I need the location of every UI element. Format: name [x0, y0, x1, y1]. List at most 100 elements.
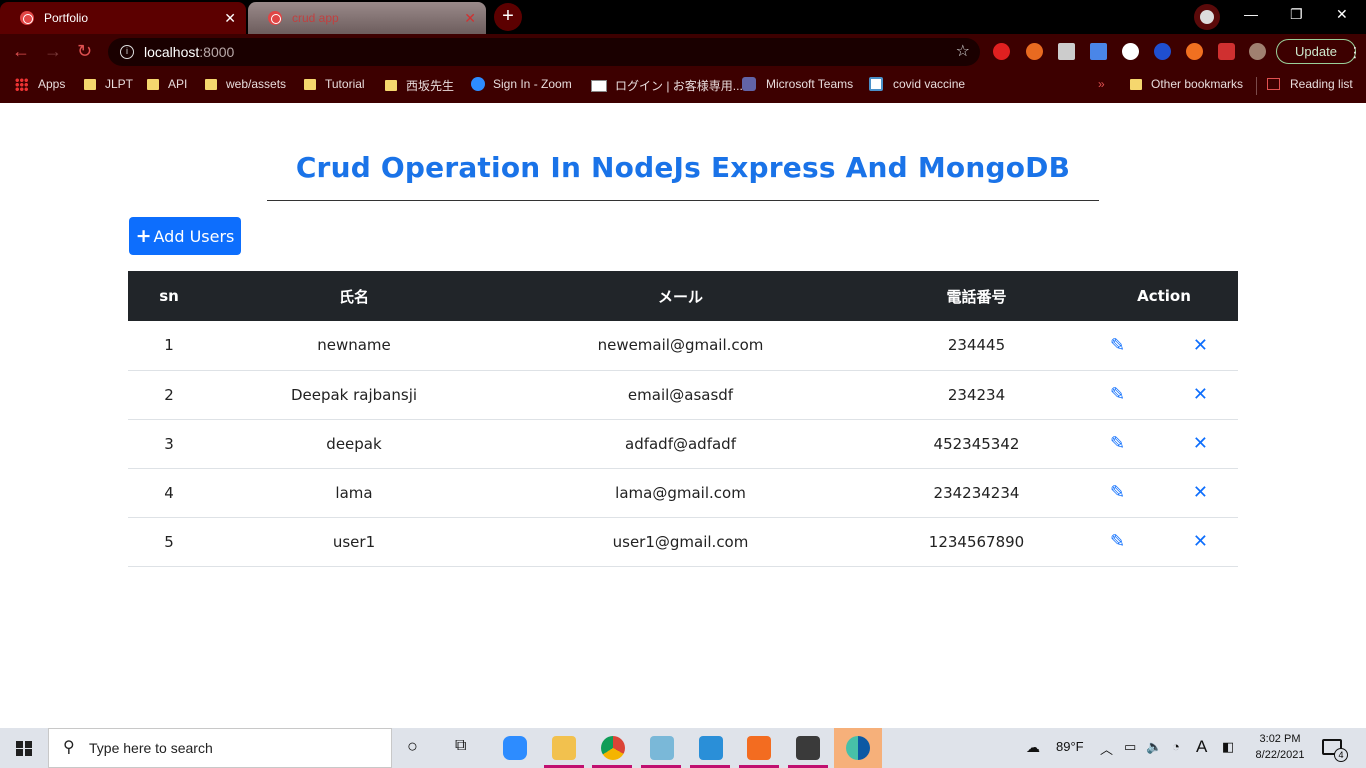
volume-icon[interactable]: 🔈: [1146, 739, 1162, 755]
delete-x-icon[interactable]: ✕: [1193, 433, 1208, 454]
bookmark-tutorial[interactable]: Tutorial: [304, 77, 365, 91]
bookmark-label: covid vaccine: [893, 77, 966, 91]
windows-start-icon[interactable]: [16, 741, 32, 756]
delete-x-icon[interactable]: ✕: [1193, 335, 1208, 356]
bookmark-zoom[interactable]: Sign In - Zoom: [471, 77, 572, 91]
delete-x-icon[interactable]: ✕: [1193, 482, 1208, 503]
edit-pencil-icon[interactable]: ✎: [1110, 335, 1125, 356]
users-table: sn 氏名 メール 電話番号 Action 1 newname newemail…: [128, 271, 1238, 567]
new-tab-button[interactable]: +: [494, 3, 522, 31]
delete-x-icon[interactable]: ✕: [1193, 531, 1208, 552]
extension-icon[interactable]: [1154, 43, 1171, 60]
tab-crud-app[interactable]: crud app ✕: [248, 2, 486, 34]
edit-pencil-icon[interactable]: ✎: [1110, 531, 1125, 552]
display-icon[interactable]: ◧: [1222, 739, 1234, 755]
file-explorer-icon[interactable]: [552, 736, 576, 760]
weather-temp[interactable]: 89°F: [1056, 739, 1084, 754]
extension-icon[interactable]: [1026, 43, 1043, 60]
extension-icon[interactable]: [1122, 43, 1139, 60]
column-header-email: メール: [657, 287, 703, 306]
bookmark-jlpt[interactable]: JLPT: [84, 77, 133, 91]
bookmark-nishizaka[interactable]: 西坂先生: [385, 77, 454, 94]
bookmarks-overflow-button[interactable]: »: [1098, 77, 1105, 91]
column-header-phone: 電話番号: [946, 287, 1007, 306]
notepad-icon[interactable]: [650, 736, 674, 760]
bookmark-label: Reading list: [1290, 77, 1353, 91]
table-row: 2 Deepak rajbansji email@asasdf 234234 ✎…: [128, 370, 1238, 419]
forward-icon[interactable]: →: [44, 41, 62, 62]
close-window-icon[interactable]: ✕: [1336, 6, 1348, 23]
puzzle-icon[interactable]: [1218, 43, 1235, 60]
extension-icon[interactable]: [1186, 43, 1203, 60]
cell-email: newemail@gmail.com: [597, 336, 764, 355]
chevron-up-icon[interactable]: ︿: [1100, 739, 1113, 758]
covid-vaccine-icon: [869, 77, 883, 91]
tab-search-icon[interactable]: [1194, 4, 1220, 30]
bookmark-label: web/assets: [226, 77, 287, 91]
cell-name: user1: [332, 532, 376, 551]
edit-pencil-icon[interactable]: ✎: [1110, 482, 1125, 503]
globe-icon: [268, 11, 282, 25]
edge-icon[interactable]: [846, 736, 870, 760]
cell-action: ✎ ✕: [1090, 468, 1238, 517]
search-icon: ⚲: [63, 739, 75, 756]
bookmark-label: Apps: [38, 77, 66, 91]
bookmark-covid[interactable]: covid vaccine: [869, 77, 965, 91]
close-tab-icon[interactable]: ✕: [224, 10, 236, 27]
translate-icon[interactable]: [1090, 43, 1107, 60]
bookmark-api[interactable]: API: [147, 77, 187, 91]
weather-icon[interactable]: ☁: [1026, 739, 1040, 756]
add-users-button[interactable]: + Add Users: [129, 217, 241, 255]
site-info-icon[interactable]: i: [120, 45, 134, 59]
xampp-icon[interactable]: [747, 736, 771, 760]
divider: [1256, 77, 1257, 95]
more-menu-icon[interactable]: ⋮: [1348, 44, 1362, 61]
edit-pencil-icon[interactable]: ✎: [1110, 433, 1125, 454]
battery-icon[interactable]: ▭: [1124, 739, 1136, 755]
cell-action: ✎ ✕: [1090, 419, 1238, 468]
vscode-icon[interactable]: [699, 736, 723, 760]
bookmark-teams[interactable]: Microsoft Teams: [742, 77, 853, 91]
chrome-icon[interactable]: [601, 736, 625, 760]
folder-icon: [385, 80, 397, 91]
add-users-label: Add Users: [153, 226, 235, 246]
bookmark-login[interactable]: ログイン | お客様専用...: [591, 77, 743, 94]
cortana-icon[interactable]: ○: [407, 736, 418, 757]
taskbar-search-box[interactable]: ⚲ Type here to search: [48, 728, 392, 768]
task-view-icon[interactable]: ⧉: [455, 737, 466, 755]
folder-icon: [304, 78, 316, 90]
back-icon[interactable]: ←: [12, 41, 30, 62]
cell-phone: 234445: [947, 336, 1006, 355]
zoom-icon: [471, 77, 485, 91]
bookmark-other[interactable]: Other bookmarks: [1130, 77, 1243, 91]
bookmark-label: ログイン | お客様専用...: [615, 79, 743, 93]
bookmark-web-assets[interactable]: web/assets: [205, 77, 286, 91]
reading-list-button[interactable]: Reading list: [1267, 77, 1353, 91]
sublime-text-icon[interactable]: [796, 736, 820, 760]
cell-name: Deepak rajbansji: [290, 385, 418, 404]
avatar[interactable]: [1249, 43, 1266, 60]
cell-sn: 3: [164, 434, 174, 453]
table-row: 1 newname newemail@gmail.com 234445 ✎ ✕: [128, 321, 1238, 370]
edit-pencil-icon[interactable]: ✎: [1110, 384, 1125, 405]
bookmark-label: Microsoft Teams: [766, 77, 854, 91]
close-tab-icon[interactable]: ✕: [464, 10, 476, 27]
delete-x-icon[interactable]: ✕: [1193, 384, 1208, 405]
input-language[interactable]: A: [1196, 737, 1207, 757]
adblock-icon[interactable]: [993, 43, 1010, 60]
address-host: localhost: [144, 44, 200, 60]
restore-icon[interactable]: ❐: [1290, 6, 1303, 23]
address-bar[interactable]: i localhost:8000 ☆: [108, 38, 980, 66]
reload-icon[interactable]: ↻: [77, 41, 92, 62]
minimize-icon[interactable]: —: [1244, 6, 1258, 22]
cell-sn: 4: [164, 483, 174, 502]
wifi-icon[interactable]: ◔: [1172, 739, 1180, 754]
update-button[interactable]: Update: [1276, 39, 1356, 64]
cell-email: user1@gmail.com: [612, 532, 749, 551]
extension-icon[interactable]: [1058, 43, 1075, 60]
zoom-app-icon[interactable]: [503, 736, 527, 760]
tab-portfolio[interactable]: Portfolio ✕: [0, 2, 246, 34]
system-clock[interactable]: 3:02 PM 8/22/2021: [1248, 731, 1312, 763]
bookmark-apps[interactable]: Apps: [15, 77, 65, 91]
bookmark-star-icon[interactable]: ☆: [956, 38, 970, 66]
